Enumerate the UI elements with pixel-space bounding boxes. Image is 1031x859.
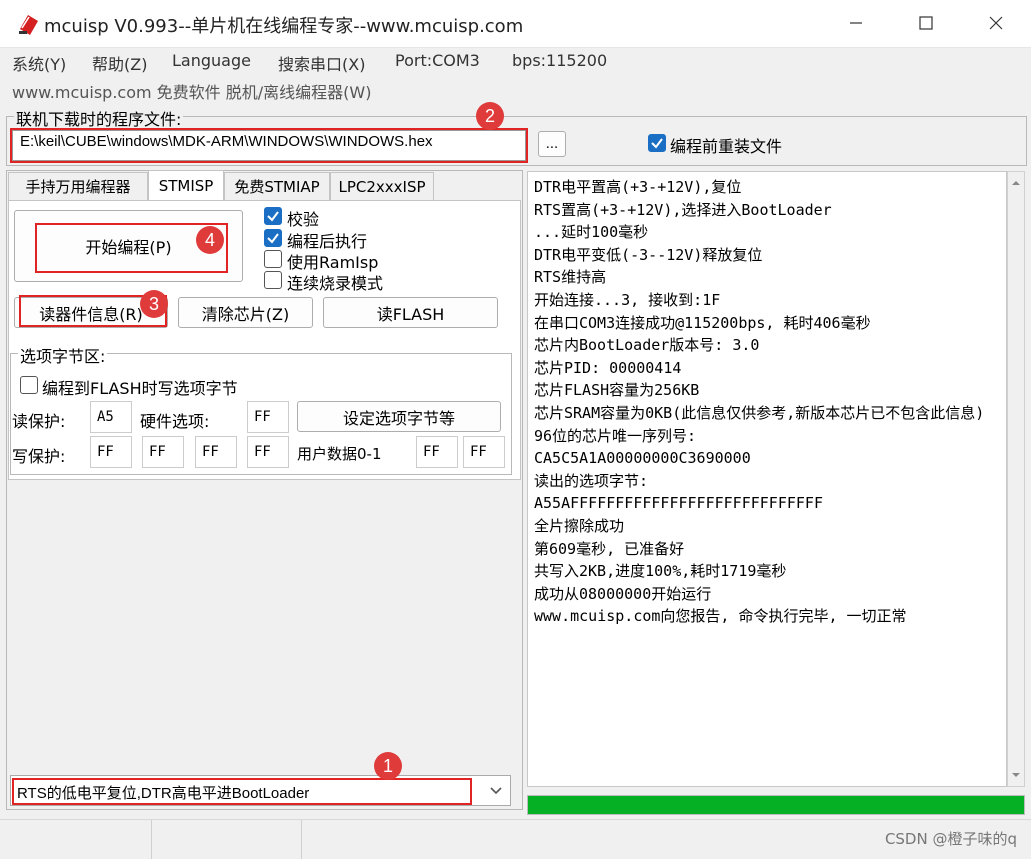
hw-option-field[interactable]: FF (247, 401, 289, 433)
browse-button[interactable]: ... (538, 131, 566, 157)
minimize-button[interactable] (821, 0, 891, 46)
log-line: 成功从08000000开始运行 (534, 584, 712, 603)
user-data-label: 用户数据0-1 (297, 445, 382, 463)
write-protect-field-1[interactable]: FF (90, 436, 132, 468)
read-flash-button[interactable]: 读FLASH (323, 297, 498, 328)
log-line: 芯片PID: 00000414 (534, 358, 682, 377)
option-bytes-label: 选项字节区: (18, 343, 108, 367)
write-option-checkbox[interactable] (20, 376, 38, 394)
log-line: 共写入2KB,进度100%,耗时1719毫秒 (534, 562, 787, 581)
menu-port[interactable]: Port:COM3 (395, 51, 480, 70)
checkmark-icon (267, 233, 279, 244)
write-protect-field-2[interactable]: FF (142, 436, 184, 468)
log-output[interactable]: DTR电平置高(+3-+12V),复位 RTS置高(+3-+12V),选择进入B… (527, 171, 1007, 787)
ramisp-checkbox[interactable] (264, 250, 282, 268)
tab-lpc2xxx[interactable]: LPC2xxxISP (330, 172, 434, 200)
tab-handheld[interactable]: 手持万用编程器 (8, 172, 148, 200)
continuous-checkbox[interactable] (264, 271, 282, 289)
menu-system[interactable]: 系统(Y) (12, 51, 66, 75)
scroll-down-icon[interactable] (1008, 768, 1024, 782)
set-option-bytes-button[interactable]: 设定选项字节等 (297, 401, 501, 432)
user-data-field-0[interactable]: FF (416, 436, 458, 468)
annotation-box-1 (12, 778, 472, 805)
scroll-up-icon[interactable] (1008, 176, 1024, 190)
progress-fill (528, 796, 1024, 814)
chevron-down-icon[interactable] (488, 783, 504, 802)
run-after-checkbox[interactable] (264, 229, 282, 247)
annotation-box-2 (10, 128, 528, 163)
hw-option-label: 硬件选项: (140, 412, 210, 431)
erase-chip-button[interactable]: 清除芯片(Z) (178, 297, 313, 328)
write-protect-field-3[interactable]: FF (195, 436, 237, 468)
read-protect-label: 读保护: (12, 412, 66, 431)
close-icon (989, 16, 1003, 30)
log-line: ...延时100毫秒 (534, 223, 649, 242)
annotation-badge-3: 3 (140, 290, 168, 318)
app-logo-icon (19, 15, 38, 35)
close-button[interactable] (961, 0, 1031, 46)
log-line: 芯片SRAM容量为0KB(此信息仅供参考,新版本芯片已不包含此信息) (534, 403, 985, 422)
log-line: 在串口COM3连接成功@115200bps, 耗时406毫秒 (534, 313, 871, 332)
watermark-text: CSDN @橙子味的q (884, 830, 1017, 848)
window-title: mcuisp V0.993--单片机在线编程专家--www.mcuisp.com (44, 16, 524, 37)
file-label: 联机下载时的程序文件: (14, 106, 184, 130)
log-line: RTS维持高 (534, 268, 607, 287)
write-option-label: 编程到FLASH时写选项字节 (42, 379, 238, 398)
log-line: 开始连接...3, 接收到:1F (534, 290, 721, 309)
tab-stmiap[interactable]: 免费STMIAP (224, 172, 330, 200)
menu-language[interactable]: Language (172, 51, 251, 70)
annotation-badge-2: 2 (476, 102, 504, 130)
menu-search-port[interactable]: 搜索串口(X) (278, 51, 365, 75)
menu-help[interactable]: 帮助(Z) (92, 51, 147, 75)
verify-checkbox[interactable] (264, 207, 282, 225)
write-protect-field-4[interactable]: FF (247, 436, 289, 468)
reload-label: 编程前重装文件 (670, 137, 783, 156)
log-line: www.mcuisp.com向您报告, 命令执行完毕, 一切正常 (534, 607, 907, 626)
log-line: 全片擦除成功 (534, 516, 625, 535)
write-protect-label: 写保护: (12, 447, 66, 466)
log-line: CA5C5A1A00000000C3690000 (534, 449, 751, 468)
checkmark-icon (267, 211, 279, 222)
reload-checkbox[interactable] (648, 134, 666, 152)
log-line: 芯片内BootLoader版本号: 3.0 (534, 336, 760, 355)
log-line: 96位的芯片唯一序列号: (534, 426, 697, 445)
log-line: 第609毫秒, 已准备好 (534, 539, 685, 558)
continuous-label: 连续烧录模式 (287, 274, 384, 293)
status-cell (0, 820, 152, 859)
log-line: A55AFFFFFFFFFFFFFFFFFFFFFFFFFFFF (534, 494, 823, 513)
progress-bar (527, 795, 1025, 815)
verify-label: 校验 (287, 210, 320, 229)
minimize-icon (850, 22, 862, 24)
menu-bps[interactable]: bps:115200 (512, 51, 607, 70)
status-cell (152, 820, 302, 859)
log-scrollbar[interactable] (1007, 171, 1025, 787)
user-data-field-1[interactable]: FF (463, 436, 505, 468)
log-line: 读出的选项字节: (534, 471, 649, 490)
log-line: RTS置高(+3-+12V),选择进入BootLoader (534, 200, 832, 219)
maximize-icon (919, 16, 933, 30)
tab-stmisp[interactable]: STMISP (148, 170, 224, 200)
log-line: 芯片FLASH容量为256KB (534, 381, 700, 400)
annotation-badge-1: 1 (374, 752, 402, 780)
checkmark-icon (651, 138, 663, 149)
maximize-button[interactable] (891, 0, 961, 46)
log-line: DTR电平置高(+3-+12V),复位 (534, 178, 742, 196)
menu-offline-programmer[interactable]: www.mcuisp.com 免费软件 脱机/离线编程器(W) (12, 79, 371, 103)
read-protect-field[interactable]: A5 (90, 401, 132, 433)
annotation-badge-4: 4 (196, 226, 224, 254)
log-line: DTR电平变低(-3--12V)释放复位 (534, 245, 763, 264)
